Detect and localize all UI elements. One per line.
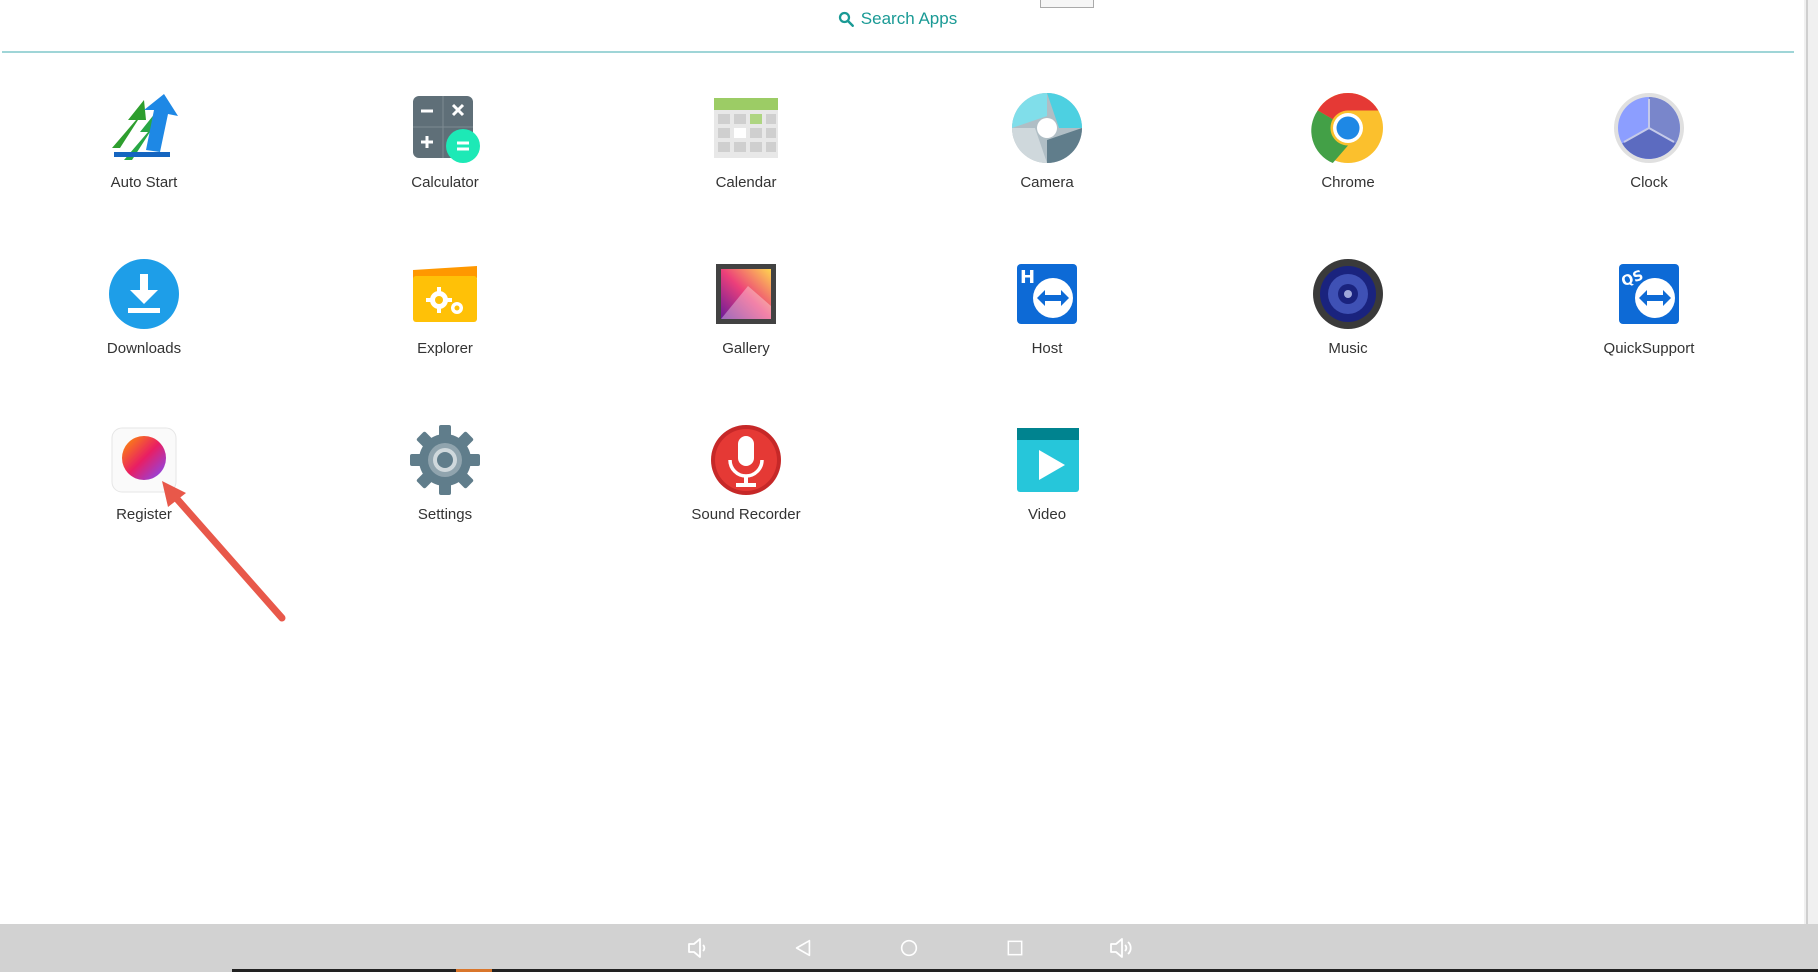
app-label: Settings — [417, 506, 473, 523]
right-edge-line — [1806, 0, 1808, 925]
app-chrome[interactable]: Chrome — [1238, 90, 1458, 191]
app-label: Explorer — [417, 340, 473, 357]
microphone-icon — [711, 425, 781, 495]
back-icon — [795, 939, 811, 957]
app-label: Camera — [1020, 174, 1074, 191]
clock-icon — [1614, 93, 1684, 163]
app-auto-start[interactable]: Auto Start — [34, 90, 254, 191]
chrome-icon — [1311, 93, 1383, 163]
app-label: Music — [1328, 340, 1368, 357]
app-calculator[interactable]: Calculator — [335, 90, 555, 191]
calculator-icon — [413, 96, 480, 163]
app-label: Chrome — [1321, 174, 1375, 191]
app-quicksupport[interactable]: QS QuickSupport — [1539, 256, 1759, 357]
teamviewer-host-icon: H — [1017, 264, 1077, 324]
auto-start-icon — [112, 94, 178, 160]
app-clock[interactable]: Clock — [1539, 90, 1759, 191]
search-bar: Search Apps — [0, 0, 1794, 52]
play-icon — [1017, 428, 1079, 492]
calendar-icon — [714, 98, 778, 158]
folder-gear-icon — [413, 266, 477, 322]
download-icon — [109, 259, 179, 329]
app-label: Host — [1031, 340, 1063, 357]
app-calendar[interactable]: Calendar — [636, 90, 856, 191]
gallery-icon — [716, 264, 776, 324]
gear-icon — [410, 425, 480, 495]
volume-down-icon — [688, 938, 706, 958]
app-label: Calendar — [715, 174, 777, 191]
recents-icon — [1007, 940, 1023, 956]
navigation-bar — [0, 924, 1818, 972]
app-label: Auto Start — [110, 174, 178, 191]
annotation-arrow — [162, 481, 286, 622]
app-label: Video — [1027, 506, 1067, 523]
camera-icon — [1012, 93, 1082, 163]
search-apps-label: Search Apps — [860, 9, 958, 28]
app-label: Calculator — [411, 174, 479, 191]
home-icon — [900, 939, 918, 957]
app-label: Clock — [1630, 174, 1668, 191]
volume-up-icon — [1110, 938, 1132, 958]
volume-up-button[interactable] — [1103, 930, 1139, 966]
svg-text:H: H — [1020, 267, 1035, 288]
search-icon — [838, 11, 854, 27]
app-label: Sound Recorder — [691, 506, 801, 523]
recents-button[interactable] — [997, 930, 1033, 966]
app-video[interactable]: Video — [937, 422, 1157, 523]
speaker-icon — [1313, 259, 1383, 329]
app-label: QuickSupport — [1603, 340, 1695, 357]
app-label: Downloads — [106, 340, 182, 357]
app-music[interactable]: Music — [1238, 256, 1458, 357]
back-button[interactable] — [785, 930, 821, 966]
app-gallery[interactable]: Gallery — [636, 256, 856, 357]
app-downloads[interactable]: Downloads — [34, 256, 254, 357]
app-sound-recorder[interactable]: Sound Recorder — [636, 422, 856, 523]
home-button[interactable] — [891, 930, 927, 966]
search-apps-button[interactable]: Search Apps — [837, 9, 957, 29]
volume-down-button[interactable] — [679, 930, 715, 966]
app-host[interactable]: H Host — [937, 256, 1157, 357]
app-label: Gallery — [722, 340, 770, 357]
search-divider — [2, 51, 1794, 53]
app-explorer[interactable]: Explorer — [335, 256, 555, 357]
app-settings[interactable]: Settings — [335, 422, 555, 523]
teamviewer-quicksupport-icon: QS — [1619, 264, 1679, 324]
app-camera[interactable]: Camera — [937, 90, 1157, 191]
